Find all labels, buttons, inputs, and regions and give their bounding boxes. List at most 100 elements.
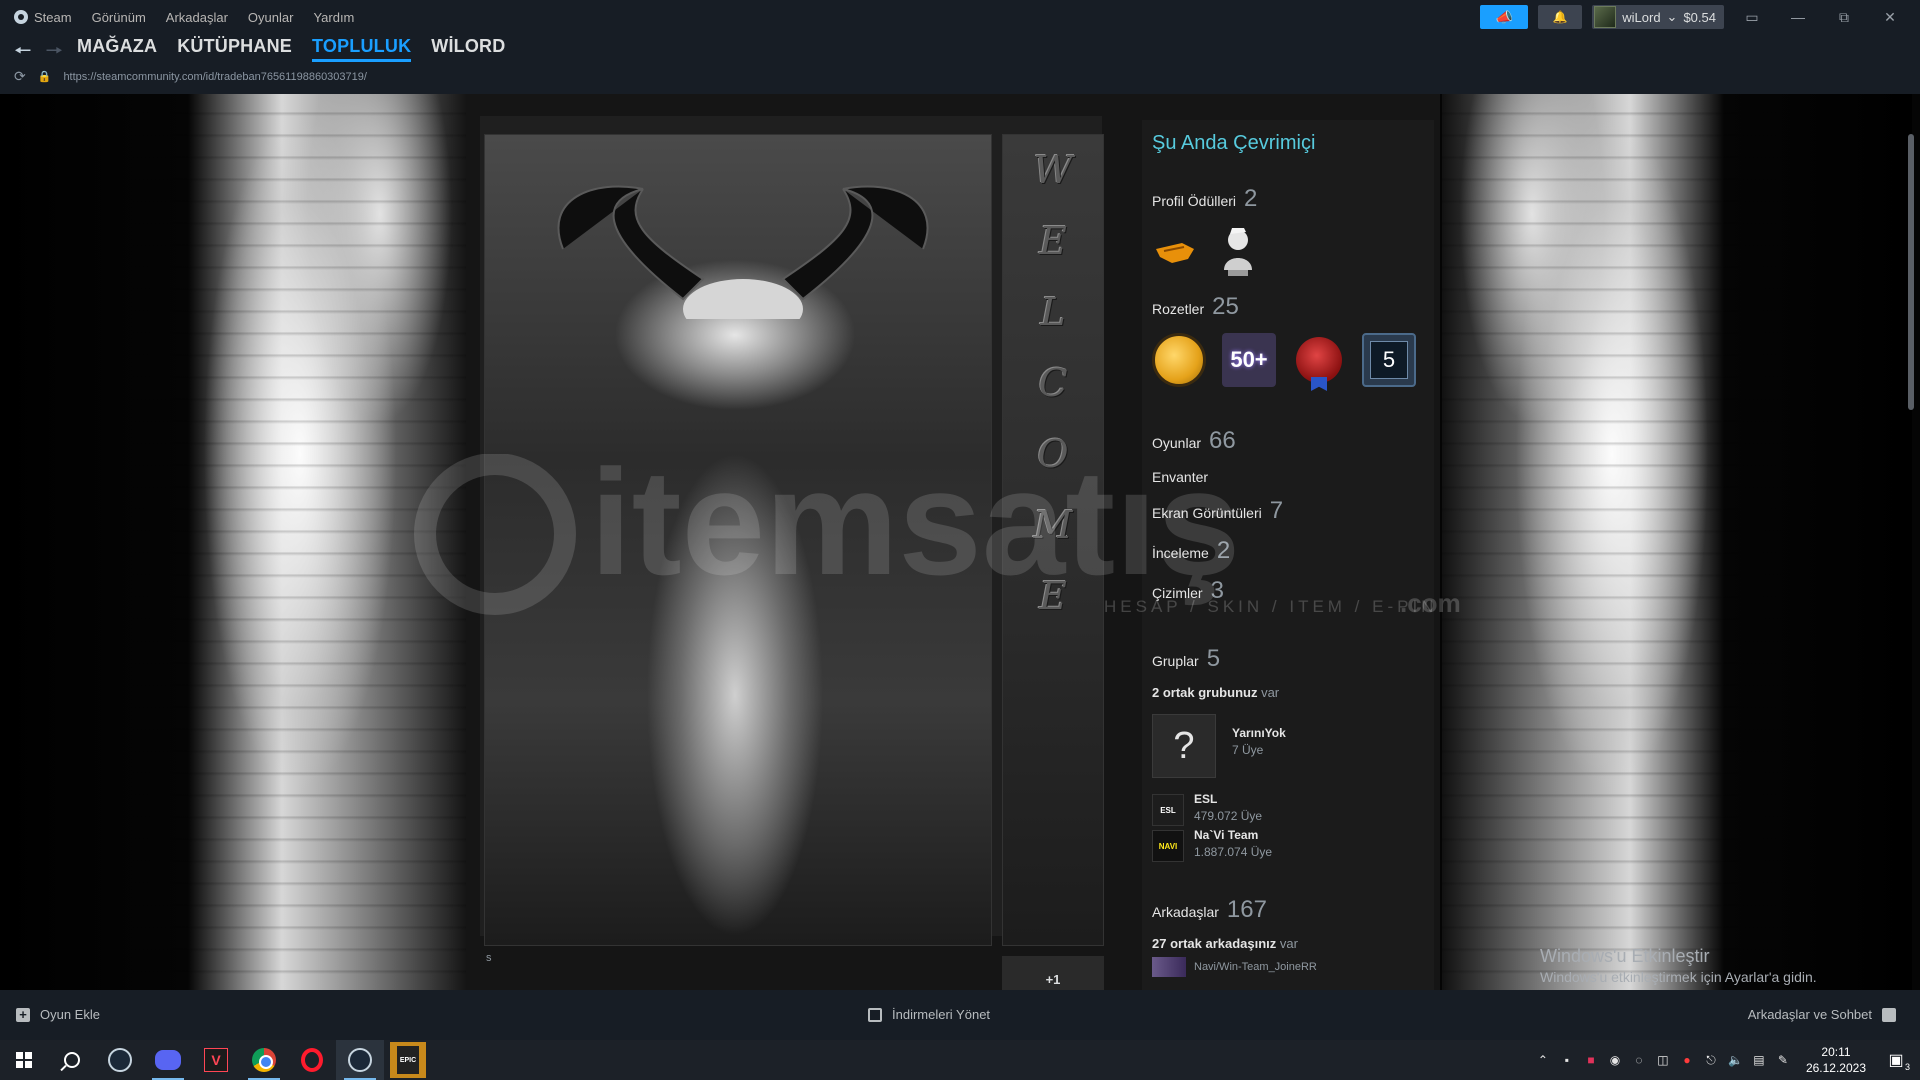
maximize-button[interactable]: ⧉: [1826, 5, 1862, 29]
group-name: YarınıYok: [1232, 726, 1286, 740]
epic-tray-icon[interactable]: ▪: [1560, 1053, 1574, 1067]
games-link[interactable]: Oyunlar 66: [1152, 427, 1424, 455]
clock-time: 20:11: [1821, 1045, 1851, 1059]
common-groups-bold: 2 ortak grubunuz: [1152, 685, 1258, 700]
taskbar-steam-active[interactable]: [336, 1040, 384, 1080]
friends-chat-button[interactable]: Arkadaşlar ve Sohbet: [1748, 1007, 1896, 1022]
common-groups-text[interactable]: 2 ortak grubunuz var: [1152, 685, 1424, 700]
taskbar-valorant[interactable]: V: [192, 1040, 240, 1080]
rate-up-button[interactable]: +1: [1002, 956, 1104, 990]
showcase-artwork-side[interactable]: W E L C O M E: [1002, 134, 1104, 946]
level-5-badge[interactable]: 5: [1362, 333, 1416, 387]
group-item[interactable]: ? YarınıYok 7 Üye: [1152, 714, 1424, 778]
badges-link[interactable]: Rozetler 25: [1152, 293, 1424, 321]
windows-logo-icon: [16, 1052, 32, 1068]
pen-icon[interactable]: ✎: [1776, 1053, 1790, 1067]
url-text[interactable]: https://steamcommunity.com/id/tradeban76…: [63, 71, 367, 83]
taskbar-chrome[interactable]: [240, 1040, 288, 1080]
announcements-button[interactable]: 📣: [1480, 5, 1529, 29]
tab-library[interactable]: KÜTÜPHANE: [177, 36, 292, 62]
big-picture-button[interactable]: ▭: [1734, 5, 1770, 29]
minimize-button[interactable]: —: [1780, 5, 1816, 29]
groups-link[interactable]: Gruplar 5: [1152, 645, 1424, 673]
epic-label: EPIC: [397, 1046, 419, 1074]
years-50-badge[interactable]: 50+: [1222, 333, 1276, 387]
menu-friends-label: Arkadaşlar: [165, 9, 228, 25]
page-scrollbar[interactable]: [1908, 134, 1914, 410]
chevron-down-icon: ⌄: [1666, 9, 1678, 24]
common-friends-text[interactable]: 27 ortak arkadaşınız var: [1152, 936, 1424, 951]
search-button[interactable]: [48, 1040, 96, 1080]
menu-help[interactable]: Yardım: [313, 10, 354, 25]
chevron-up-icon[interactable]: ⌃: [1536, 1053, 1550, 1067]
background-streaks-right: [1442, 94, 1912, 990]
tab-community[interactable]: TOPLULUK: [312, 36, 412, 62]
plus-icon: +: [16, 1007, 30, 1022]
account-menu-button[interactable]: wiLord ⌄ $0.54: [1592, 5, 1724, 29]
taskbar-steam-pinned[interactable]: [96, 1040, 144, 1080]
forward-arrow-icon[interactable]: 🠖: [46, 36, 64, 70]
artwork-link[interactable]: Çizimler 3: [1152, 577, 1424, 605]
gold-coin-badge-icon[interactable]: [1152, 333, 1206, 387]
tray-app-icon[interactable]: ■: [1584, 1053, 1598, 1067]
badges-row: 50+ 5: [1152, 333, 1424, 387]
artwork-count: 3: [1210, 577, 1224, 604]
wallet-balance: $0.54: [1683, 9, 1716, 25]
seal-badge[interactable]: [1292, 333, 1346, 387]
badges-label: Rozetler: [1152, 301, 1205, 317]
taskbar-clock[interactable]: 20:11 26.12.2023: [1806, 1044, 1866, 1076]
profile-awards-label: Profil Ödülleri: [1152, 193, 1237, 209]
reviews-link[interactable]: İnceleme 2: [1152, 537, 1424, 565]
reload-icon[interactable]: ⟳: [14, 68, 26, 85]
profile-content: W E L C O M E s +1 Şu Anda Çevrimiçi Pro…: [466, 94, 1440, 990]
back-arrow-icon[interactable]: 🠔: [14, 36, 32, 70]
user-name: wiLord: [1622, 9, 1661, 25]
menu-friends[interactable]: Arkadaşlar: [166, 10, 228, 25]
steam-navbar: 🠔 🠖 MAĞAZA KÜTÜPHANE TOPLULUK WİLORD ⟳ 🔒…: [0, 34, 1920, 94]
group-members: 1.887.074 Üye: [1194, 845, 1273, 859]
volume-icon[interactable]: 🔈: [1728, 1053, 1743, 1067]
tray-device-icon[interactable]: ◫: [1656, 1053, 1670, 1067]
bell-icon: 🔔: [1552, 10, 1568, 24]
activation-subtitle: Windows'u etkinleştirmek için Ayarlar'a …: [1540, 969, 1817, 985]
tray-steam-icon[interactable]: ◉: [1608, 1053, 1622, 1067]
epic-games-icon: EPIC: [390, 1042, 426, 1078]
inventory-link[interactable]: Envanter: [1152, 469, 1424, 485]
menu-steam[interactable]: Steam: [14, 10, 72, 25]
friend-avatar: [1152, 957, 1186, 977]
group-item[interactable]: NAVI Na`Vi Team 1.887.074 Üye: [1152, 828, 1424, 862]
group-item[interactable]: ESL ESL 479.072 Üye: [1152, 792, 1424, 826]
hand-award-icon[interactable]: [1154, 237, 1196, 267]
friend-item[interactable]: Navi/Win-Team_JoineRR: [1152, 957, 1424, 977]
tray-security-icon[interactable]: ⎋: [1704, 1053, 1718, 1068]
menu-view[interactable]: Görünüm: [92, 10, 146, 25]
bust-award-icon[interactable]: [1218, 226, 1258, 278]
titlebar-right: 📣 🔔 wiLord ⌄ $0.54 ▭ — ⧉ ✕: [1480, 0, 1920, 34]
nav-tabs: MAĞAZA KÜTÜPHANE TOPLULUK WİLORD: [77, 36, 505, 62]
tab-profile[interactable]: WİLORD: [431, 36, 505, 62]
tray-record-icon[interactable]: ●: [1680, 1053, 1694, 1067]
add-game-button[interactable]: + Oyun Ekle: [16, 1007, 100, 1022]
taskbar-discord[interactable]: [144, 1040, 192, 1080]
tab-store[interactable]: MAĞAZA: [77, 36, 157, 62]
taskbar-opera[interactable]: [288, 1040, 336, 1080]
screenshots-link[interactable]: Ekran Görüntüleri 7: [1152, 497, 1424, 525]
notifications-button[interactable]: 🔔: [1538, 5, 1583, 29]
showcase-artwork-main[interactable]: [484, 134, 992, 946]
menu-games[interactable]: Oyunlar: [248, 10, 294, 25]
chat-icon: [1882, 1007, 1896, 1022]
start-button[interactable]: [0, 1040, 48, 1080]
user-avatar: [1594, 6, 1617, 28]
close-button[interactable]: ✕: [1872, 5, 1908, 29]
action-center-button[interactable]: ▣ 3: [1882, 1046, 1910, 1074]
profile-awards-link[interactable]: Profil Ödülleri 2: [1152, 185, 1424, 213]
valorant-icon: V: [204, 1048, 228, 1072]
taskbar-epic[interactable]: EPIC: [384, 1040, 432, 1080]
friends-link[interactable]: Arkadaşlar 167: [1152, 896, 1424, 924]
network-icon[interactable]: ▤: [1752, 1053, 1766, 1067]
search-icon: [64, 1052, 80, 1068]
download-icon: [868, 1007, 882, 1022]
menu-view-label: Görünüm: [91, 9, 146, 25]
manage-downloads-button[interactable]: İndirmeleri Yönet: [868, 1007, 990, 1022]
tray-network-icon[interactable]: ◌: [1632, 1053, 1646, 1067]
